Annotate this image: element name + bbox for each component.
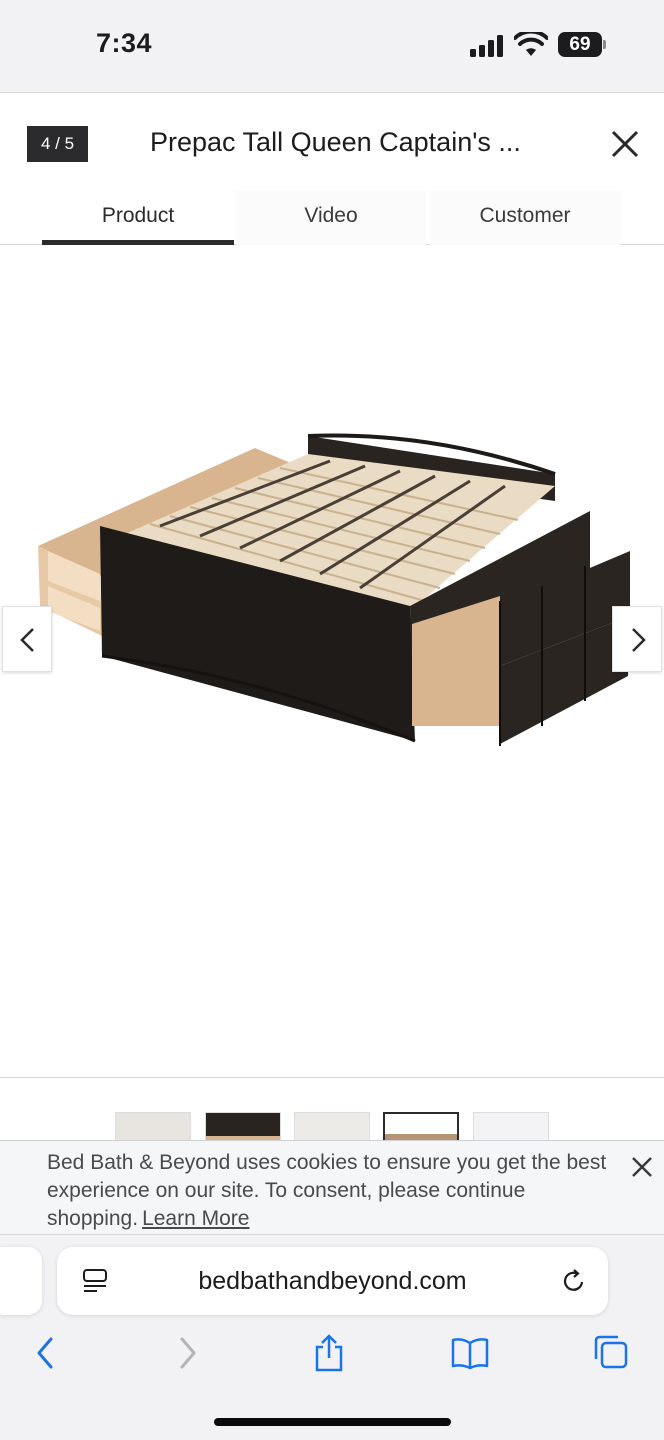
tab-customer[interactable]: Customer	[429, 191, 621, 245]
thumbnail-5[interactable]	[473, 1112, 549, 1141]
cookie-text: Bed Bath & Beyond uses cookies to ensure…	[47, 1151, 607, 1230]
url-text: bedbathandbeyond.com	[198, 1267, 467, 1295]
close-modal-button[interactable]	[604, 123, 646, 165]
battery-cap	[603, 40, 606, 49]
tabs-icon[interactable]	[592, 1333, 630, 1373]
thumbnail-2[interactable]	[205, 1112, 281, 1141]
thumbnail-3[interactable]	[294, 1112, 370, 1141]
previous-tab-preview[interactable]	[0, 1247, 42, 1315]
cookie-banner: Bed Bath & Beyond uses cookies to ensure…	[0, 1140, 664, 1234]
prev-image-button[interactable]	[2, 606, 52, 672]
status-bar: 7:34 69	[0, 0, 664, 92]
cookie-message: Bed Bath & Beyond uses cookies to ensure…	[47, 1149, 612, 1233]
close-cookie-banner-button[interactable]	[628, 1153, 656, 1181]
product-title: Prepac Tall Queen Captain's ...	[150, 127, 521, 157]
next-image-button[interactable]	[612, 606, 662, 672]
address-bar[interactable]: bedbathandbeyond.com	[57, 1247, 608, 1315]
product-media-modal: 4 / 5 Prepac Tall Queen Captain's ... Pr…	[0, 92, 664, 1141]
bed-with-drawers-image	[38, 433, 630, 746]
share-icon[interactable]	[312, 1333, 346, 1373]
bookmarks-icon[interactable]	[450, 1333, 490, 1373]
chevron-right-icon	[632, 628, 646, 652]
reload-icon[interactable]	[560, 1267, 588, 1295]
forward-icon[interactable]	[173, 1333, 203, 1373]
home-indicator	[214, 1418, 451, 1426]
battery-icon: 69	[558, 32, 602, 57]
tab-video[interactable]: Video	[236, 191, 426, 245]
thumbnail-strip	[0, 1103, 664, 1141]
wifi-icon	[514, 32, 548, 56]
thumbnail-4[interactable]	[383, 1112, 459, 1141]
back-icon[interactable]	[30, 1333, 60, 1373]
learn-more-link[interactable]: Learn More	[142, 1207, 249, 1230]
chevron-left-icon	[20, 628, 34, 652]
tab-product[interactable]: Product	[42, 191, 234, 245]
signal-icon	[470, 35, 503, 57]
media-tabs: Product Video Customer	[0, 191, 664, 245]
product-image-viewer	[0, 246, 664, 1078]
thumbnail-1[interactable]	[115, 1112, 191, 1141]
image-counter-badge: 4 / 5	[27, 126, 88, 162]
status-time: 7:34	[96, 28, 153, 58]
browser-toolbar: bedbathandbeyond.com	[0, 1234, 664, 1440]
